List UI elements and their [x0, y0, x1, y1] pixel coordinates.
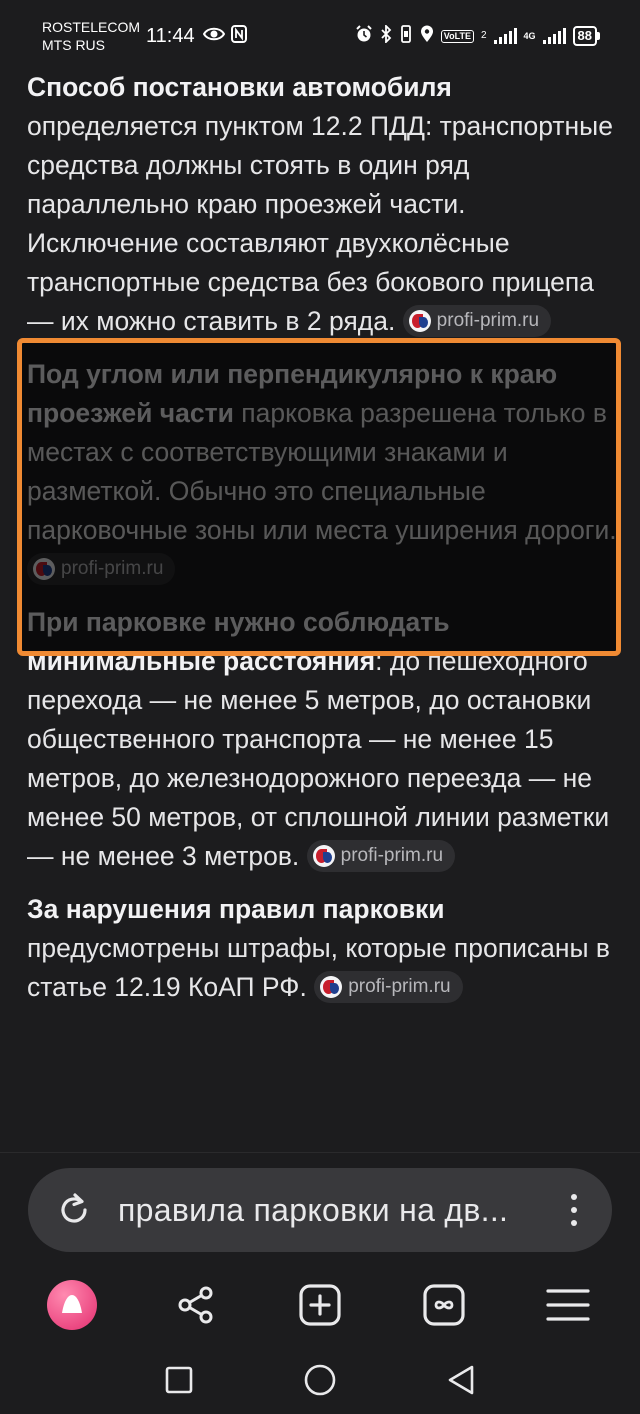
signal-2-icon: [542, 28, 566, 44]
vibrate-icon: [399, 25, 413, 47]
carrier-2: MTS RUS: [42, 37, 105, 53]
source-chip[interactable]: profi-prim.ru: [27, 553, 176, 585]
source-logo-icon: [33, 558, 55, 580]
menu-button[interactable]: [533, 1273, 603, 1337]
clock: 11:44: [146, 24, 195, 47]
source-chip[interactable]: profi-prim.ru: [306, 840, 456, 872]
home-icon[interactable]: [304, 1364, 336, 1396]
menu-icon: [546, 1289, 590, 1321]
network-type: 4G: [523, 30, 536, 41]
source-chip[interactable]: profi-prim.ru: [402, 305, 552, 337]
divider: [0, 1152, 640, 1153]
source-logo-icon: [312, 845, 335, 867]
paragraph-fines: За нарушения правил парковки предусмотре…: [27, 890, 620, 1007]
status-bar: ROSTELECOM MTS RUS 11:44 VoLTE 2 4G 88: [0, 0, 640, 72]
signal-icon: [493, 28, 517, 44]
nfc-icon: [230, 25, 247, 47]
paragraph-heading: Способ постановки автомобиля: [27, 72, 452, 102]
paragraph-angle-parking: Под углом или перпендикулярно к краю про…: [27, 355, 620, 589]
tabs-icon: [423, 1284, 465, 1326]
more-options-icon[interactable]: [562, 1190, 586, 1230]
system-nav-bar: [0, 1346, 640, 1414]
source-label: profi-prim.ru: [61, 558, 164, 579]
sim-index: 2: [480, 30, 487, 41]
carrier-info: ROSTELECOM MTS RUS: [42, 18, 140, 54]
battery-level: 88: [572, 26, 597, 46]
source-logo-icon: [408, 310, 431, 332]
article-content: Способ постановки автомобиля определяетс…: [27, 68, 620, 1021]
tabs-button[interactable]: [409, 1273, 479, 1337]
bluetooth-icon: [380, 23, 392, 47]
reload-icon[interactable]: [54, 1190, 94, 1230]
source-label: profi-prim.ru: [348, 976, 451, 997]
source-logo-icon: [320, 976, 343, 998]
paragraph-parking-method: Способ постановки автомобиля определяетс…: [27, 68, 620, 341]
paragraph-distances: При парковке нужно соблюдать минимальные…: [27, 603, 620, 876]
location-icon: [420, 25, 434, 47]
paragraph-heading: За нарушения правил парковки: [27, 894, 445, 924]
bottom-toolbar: [0, 1270, 640, 1340]
new-tab-icon: [299, 1284, 341, 1326]
paragraph-text: определяется пунктом 12.2 ПДД: транспорт…: [27, 111, 613, 336]
recents-icon[interactable]: [165, 1366, 193, 1394]
carrier-1: ROSTELECOM: [42, 19, 141, 35]
new-tab-button[interactable]: [285, 1273, 355, 1337]
back-icon[interactable]: [447, 1365, 475, 1395]
eye-icon: [202, 26, 225, 46]
alarm-icon: [355, 25, 373, 47]
share-button[interactable]: [161, 1273, 231, 1337]
search-bar[interactable]: правила парковки на дв...: [28, 1168, 612, 1252]
search-query[interactable]: правила парковки на дв...: [118, 1192, 562, 1229]
alice-icon: [47, 1280, 97, 1330]
battery-icon: 88: [572, 26, 600, 46]
paragraph-text: : до пешеходного перехода — не менее 5 м…: [27, 646, 610, 871]
source-label: profi-prim.ru: [436, 310, 540, 331]
alice-button[interactable]: [37, 1273, 107, 1337]
volte-icon: VoLTE: [440, 29, 474, 43]
source-label: profi-prim.ru: [340, 845, 444, 866]
source-chip[interactable]: profi-prim.ru: [314, 971, 463, 1003]
share-icon: [178, 1286, 213, 1324]
